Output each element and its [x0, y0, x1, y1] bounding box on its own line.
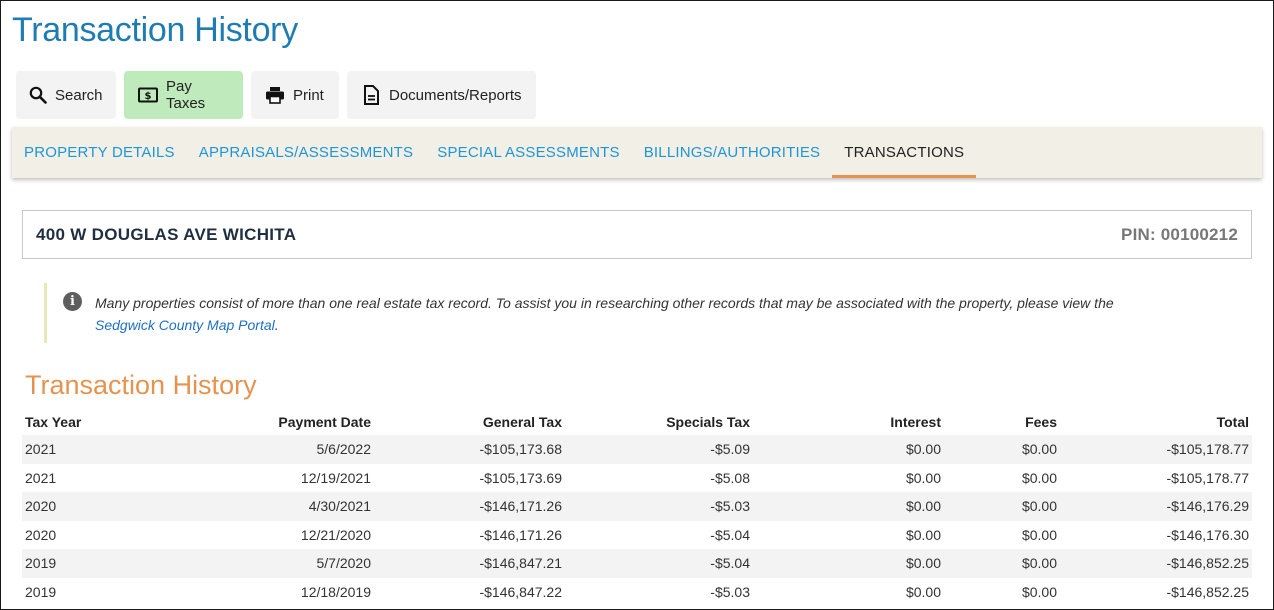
- table-row: 2021 5/6/2022 -$105,173.68 -$5.09 $0.00 …: [22, 435, 1252, 464]
- search-button[interactable]: Search: [16, 71, 116, 119]
- cell-general-tax: -$105,173.69: [374, 463, 565, 492]
- cell-specials-tax: -$5.04: [565, 549, 753, 578]
- tab-bar: PROPERTY DETAILS APPRAISALS/ASSESSMENTS …: [12, 127, 1262, 178]
- documents-reports-button-label: Documents/Reports: [389, 86, 522, 104]
- pay-taxes-button[interactable]: $ Pay Taxes: [124, 71, 243, 119]
- column-header-fees: Fees: [1025, 413, 1057, 430]
- cell-total: -$146,176.29: [1060, 492, 1252, 521]
- cell-fees: $0.00: [944, 435, 1060, 464]
- table-row: 2019 5/7/2020 -$146,847.21 -$5.04 $0.00 …: [22, 549, 1252, 578]
- cell-fees: $0.00: [944, 492, 1060, 521]
- cell-payment-date: 5/7/2020: [112, 549, 374, 578]
- cell-specials-tax: -$5.03: [565, 577, 753, 606]
- cell-tax-year: 2019: [22, 549, 112, 578]
- page-frame: Transaction History Search $ Pay Taxes P…: [0, 0, 1274, 610]
- cell-tax-year: 2020: [22, 492, 112, 521]
- cell-payment-date: 12/18/2019: [112, 577, 374, 606]
- cell-specials-tax: -$5.03: [565, 492, 753, 521]
- cell-payment-date: 12/19/2021: [112, 463, 374, 492]
- cell-interest: $0.00: [753, 492, 944, 521]
- map-portal-link[interactable]: Sedgwick County Map Portal: [95, 317, 275, 333]
- column-header-payment-date: Payment Date: [278, 413, 371, 430]
- tab-special-assessments[interactable]: SPECIAL ASSESSMENTS: [425, 127, 631, 178]
- cell-total: -$146,176.30: [1060, 520, 1252, 549]
- cell-general-tax: -$146,847.22: [374, 577, 565, 606]
- table-row: 2019 12/18/2019 -$146,847.22 -$5.03 $0.0…: [22, 577, 1252, 606]
- search-icon: [29, 85, 47, 105]
- section-title: Transaction History: [25, 370, 257, 400]
- property-address: 400 W DOUGLAS AVE WICHITA: [36, 224, 297, 244]
- cell-general-tax: -$146,171.26: [374, 520, 565, 549]
- pay-taxes-button-label: Pay Taxes: [166, 78, 206, 112]
- cell-fees: $0.00: [944, 520, 1060, 549]
- table-row: 2021 12/19/2021 -$105,173.69 -$5.08 $0.0…: [22, 463, 1252, 492]
- cell-total: -$105,178.77: [1060, 435, 1252, 464]
- print-button-label: Print: [293, 86, 324, 104]
- transaction-table: Tax Year Payment Date General Tax Specia…: [22, 408, 1252, 606]
- cell-fees: $0.00: [944, 577, 1060, 606]
- cell-tax-year: 2021: [22, 463, 112, 492]
- notice-suffix: .: [274, 317, 279, 333]
- dollar-bill-icon: $: [138, 85, 158, 105]
- printer-icon: [265, 85, 285, 105]
- cell-interest: $0.00: [753, 577, 944, 606]
- info-icon: i: [63, 292, 82, 311]
- cell-fees: $0.00: [944, 549, 1060, 578]
- cell-payment-date: 12/21/2020: [112, 520, 374, 549]
- column-header-general-tax: General Tax: [482, 413, 562, 430]
- tab-property-details[interactable]: PROPERTY DETAILS: [24, 127, 187, 178]
- tab-transactions[interactable]: TRANSACTIONS: [832, 127, 977, 178]
- cell-payment-date: 5/6/2022: [112, 435, 374, 464]
- property-header: 400 W DOUGLAS AVE WICHITA PIN: 00100212: [22, 210, 1252, 259]
- svg-text:$: $: [145, 91, 152, 102]
- cell-fees: $0.00: [944, 463, 1060, 492]
- info-notice: i Many properties consist of more than o…: [44, 283, 1244, 343]
- cell-tax-year: 2019: [22, 577, 112, 606]
- tab-billings-authorities[interactable]: BILLINGS/AUTHORITIES: [632, 127, 833, 178]
- cell-general-tax: -$146,847.21: [374, 549, 565, 578]
- table-header-row: Tax Year Payment Date General Tax Specia…: [22, 408, 1252, 435]
- cell-tax-year: 2021: [22, 435, 112, 464]
- column-header-interest: Interest: [890, 413, 941, 430]
- cell-interest: $0.00: [753, 435, 944, 464]
- tab-appraisals-assessments[interactable]: APPRAISALS/ASSESSMENTS: [187, 127, 425, 178]
- cell-interest: $0.00: [753, 463, 944, 492]
- page-title: Transaction History: [12, 11, 298, 49]
- cell-tax-year: 2020: [22, 520, 112, 549]
- cell-specials-tax: -$5.09: [565, 435, 753, 464]
- cell-general-tax: -$146,171.26: [374, 492, 565, 521]
- cell-total: -$146,852.25: [1060, 549, 1252, 578]
- toolbar: Search $ Pay Taxes Print Documents/Repor…: [16, 71, 536, 119]
- cell-general-tax: -$105,173.68: [374, 435, 565, 464]
- cell-total: -$105,178.77: [1060, 463, 1252, 492]
- table-row: 2020 4/30/2021 -$146,171.26 -$5.03 $0.00…: [22, 492, 1252, 521]
- property-pin: PIN: 00100212: [1121, 224, 1238, 244]
- document-icon: [361, 85, 381, 105]
- cell-total: -$146,852.25: [1060, 577, 1252, 606]
- documents-reports-button[interactable]: Documents/Reports: [347, 71, 536, 119]
- print-button[interactable]: Print: [251, 71, 339, 119]
- search-button-label: Search: [55, 86, 103, 104]
- column-header-tax-year: Tax Year: [25, 413, 82, 430]
- cell-interest: $0.00: [753, 549, 944, 578]
- column-header-specials-tax: Specials Tax: [666, 413, 750, 430]
- cell-payment-date: 4/30/2021: [112, 492, 374, 521]
- cell-specials-tax: -$5.08: [565, 463, 753, 492]
- cell-interest: $0.00: [753, 520, 944, 549]
- notice-text: Many properties consist of more than one…: [95, 295, 1114, 311]
- cell-specials-tax: -$5.04: [565, 520, 753, 549]
- table-row: 2020 12/21/2020 -$146,171.26 -$5.04 $0.0…: [22, 520, 1252, 549]
- column-header-total: Total: [1216, 413, 1249, 430]
